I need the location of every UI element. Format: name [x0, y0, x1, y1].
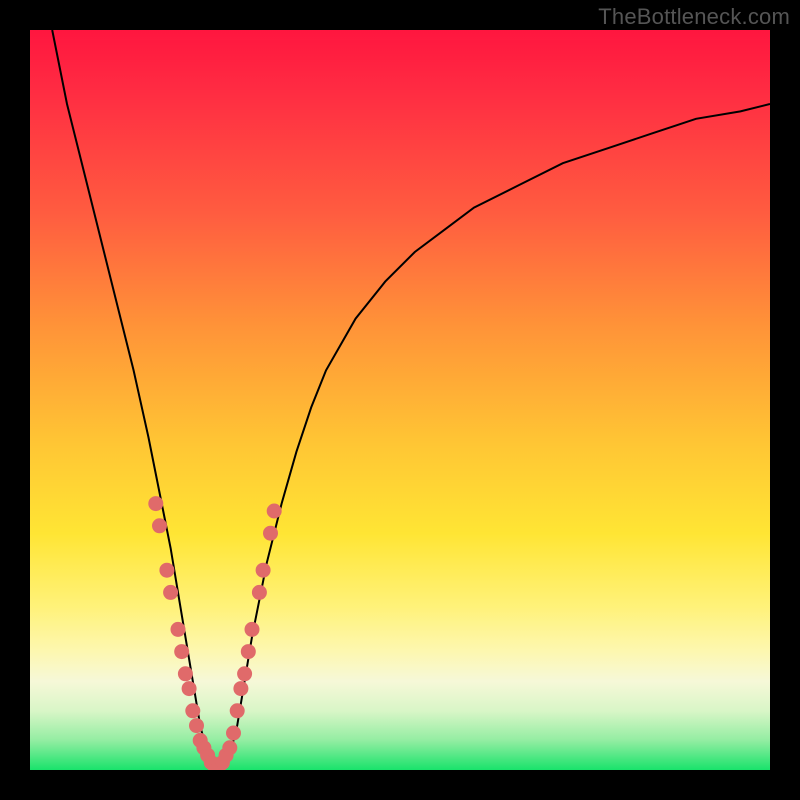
marker-dot [160, 563, 174, 577]
marker-dot [245, 622, 259, 636]
marker-dot [238, 667, 252, 681]
watermark-text: TheBottleneck.com [598, 4, 790, 30]
outer-frame: TheBottleneck.com [0, 0, 800, 800]
marker-dot [256, 563, 270, 577]
marker-dot [182, 682, 196, 696]
plot-area [30, 30, 770, 770]
marker-dot [175, 645, 189, 659]
marker-dot [178, 667, 192, 681]
marker-dot [264, 526, 278, 540]
marker-dot [230, 704, 244, 718]
marker-dot [190, 719, 204, 733]
marker-dot [223, 741, 237, 755]
marker-dot [227, 726, 241, 740]
bottleneck-curve [52, 30, 770, 770]
marker-dot [171, 622, 185, 636]
marker-dot [234, 682, 248, 696]
marker-dot [267, 504, 281, 518]
marker-dot [186, 704, 200, 718]
chart-svg [30, 30, 770, 770]
marker-dot [252, 585, 266, 599]
marker-dot [241, 645, 255, 659]
marker-dot [164, 585, 178, 599]
marker-dot [153, 519, 167, 533]
marker-dot [149, 497, 163, 511]
